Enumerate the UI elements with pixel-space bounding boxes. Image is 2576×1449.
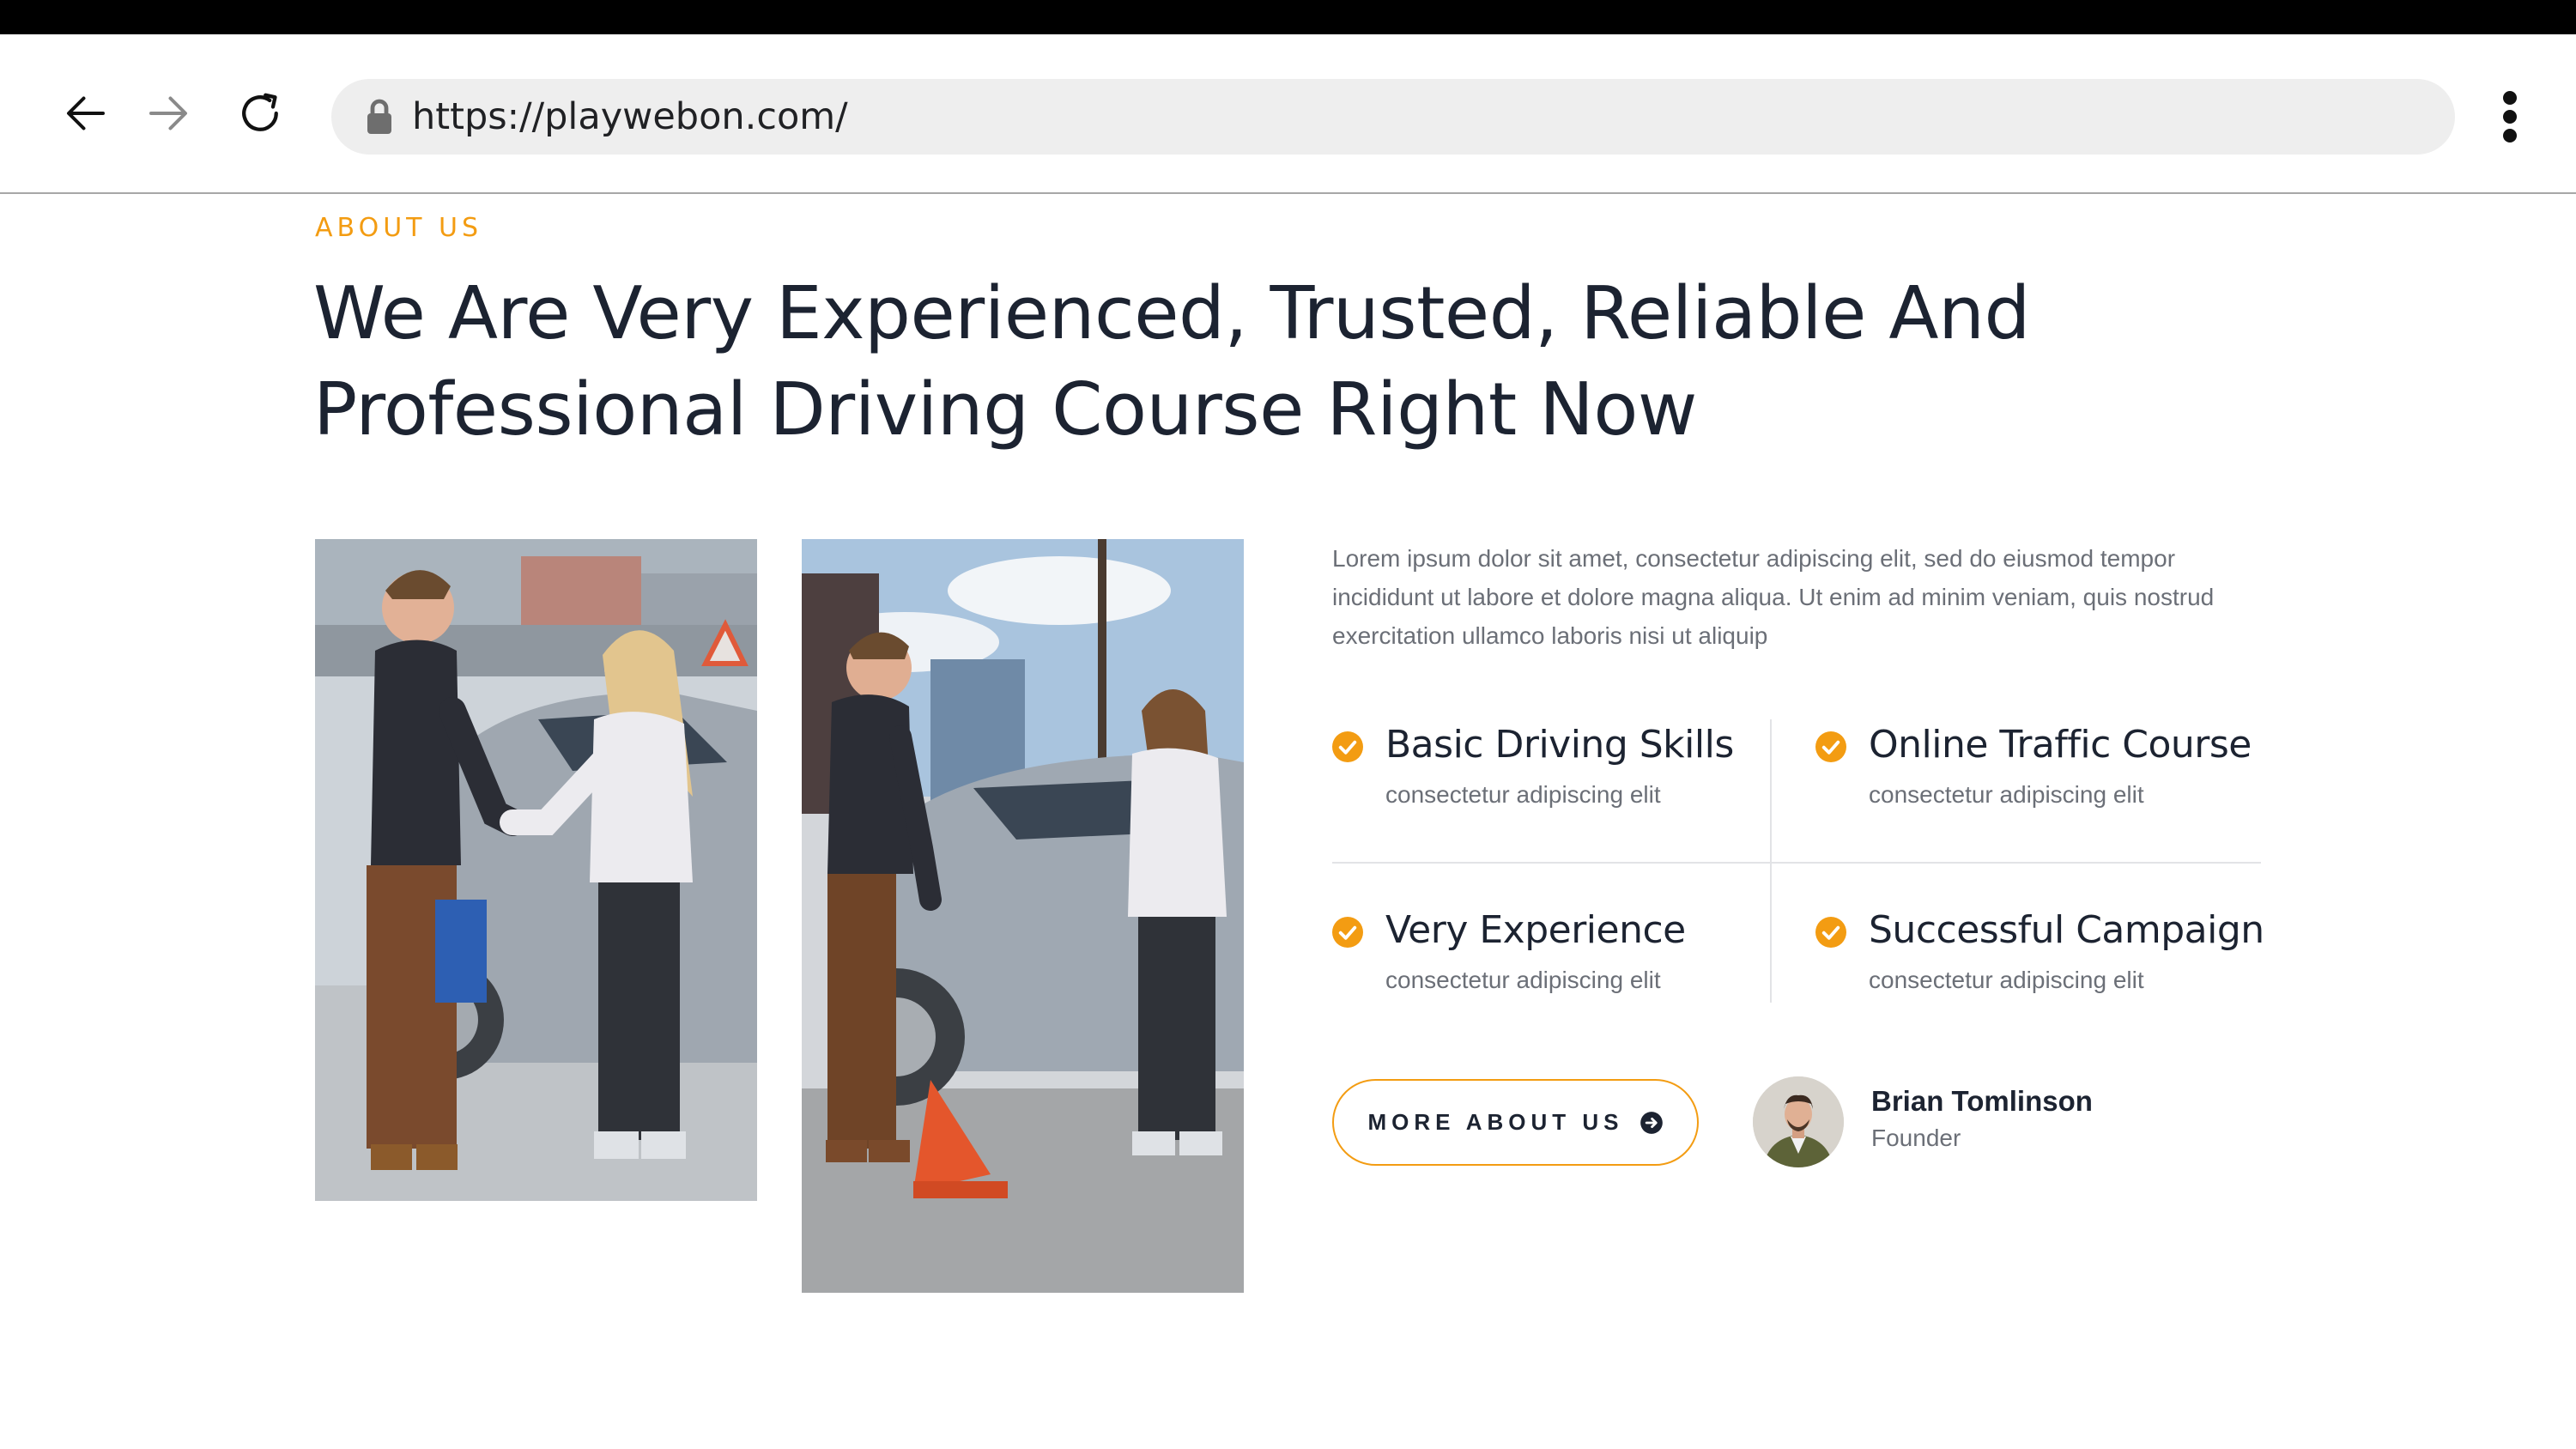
headline-line-2: Professional Driving Course Right Now <box>313 367 1697 452</box>
features-grid: Basic Driving Skills consectetur adipisc… <box>1332 719 2264 1003</box>
browser-menu-button[interactable] <box>2489 82 2532 151</box>
reload-icon <box>242 93 278 131</box>
forward-button[interactable] <box>137 82 199 144</box>
address-bar[interactable]: https://playwebon.com/ <box>331 79 2455 155</box>
reload-button[interactable] <box>229 82 291 144</box>
back-button[interactable] <box>55 82 117 144</box>
cta-label: MORE ABOUT US <box>1367 1109 1624 1135</box>
back-arrow-icon <box>67 96 105 130</box>
feature-item: Very Experience consectetur adipiscing e… <box>1332 905 1779 1008</box>
person-role: Founder <box>1871 1125 1961 1151</box>
feature-item: Online Traffic Course consectetur adipis… <box>1815 719 2262 822</box>
feature-subtitle: consectetur adipiscing elit <box>1869 781 2144 808</box>
section-headline: We Are Very Experienced, Trusted, Reliab… <box>313 266 2030 458</box>
feature-title: Very Experience <box>1385 908 1686 952</box>
handshake-photo <box>315 539 757 1201</box>
feature-subtitle: consectetur adipiscing elit <box>1869 967 2144 993</box>
arrow-circle-right-icon <box>1640 1111 1663 1134</box>
feature-item: Basic Driving Skills consectetur adipisc… <box>1332 719 1779 822</box>
avatar <box>1753 1076 1844 1167</box>
feature-title: Online Traffic Course <box>1869 723 2252 767</box>
feature-item: Successful Campaign consectetur adipisci… <box>1815 905 2264 1008</box>
check-circle-icon <box>1815 917 1846 948</box>
feature-title: Successful Campaign <box>1869 908 2264 952</box>
headline-line-1: We Are Very Experienced, Trusted, Reliab… <box>313 271 2030 356</box>
check-circle-icon <box>1332 731 1363 762</box>
window-top-bar <box>0 0 2576 34</box>
grid-divider-horizontal <box>1332 862 2261 864</box>
more-vert-icon <box>2503 91 2517 105</box>
person-name: Brian Tomlinson <box>1871 1085 2093 1117</box>
section-eyebrow: ABOUT US <box>315 213 483 243</box>
more-about-us-button[interactable]: MORE ABOUT US <box>1332 1079 1699 1166</box>
check-circle-icon <box>1332 917 1363 948</box>
lock-icon <box>367 99 391 134</box>
feature-subtitle: consectetur adipiscing elit <box>1385 967 1661 993</box>
check-circle-icon <box>1815 731 1846 762</box>
intro-paragraph: Lorem ipsum dolor sit amet, consectetur … <box>1332 545 2215 649</box>
url-text: https://playwebon.com/ <box>412 95 848 138</box>
forward-arrow-icon <box>149 96 187 130</box>
feature-title: Basic Driving Skills <box>1385 723 1734 767</box>
feature-subtitle: consectetur adipiscing elit <box>1385 781 1661 808</box>
driving-lesson-photo <box>802 539 1244 1293</box>
